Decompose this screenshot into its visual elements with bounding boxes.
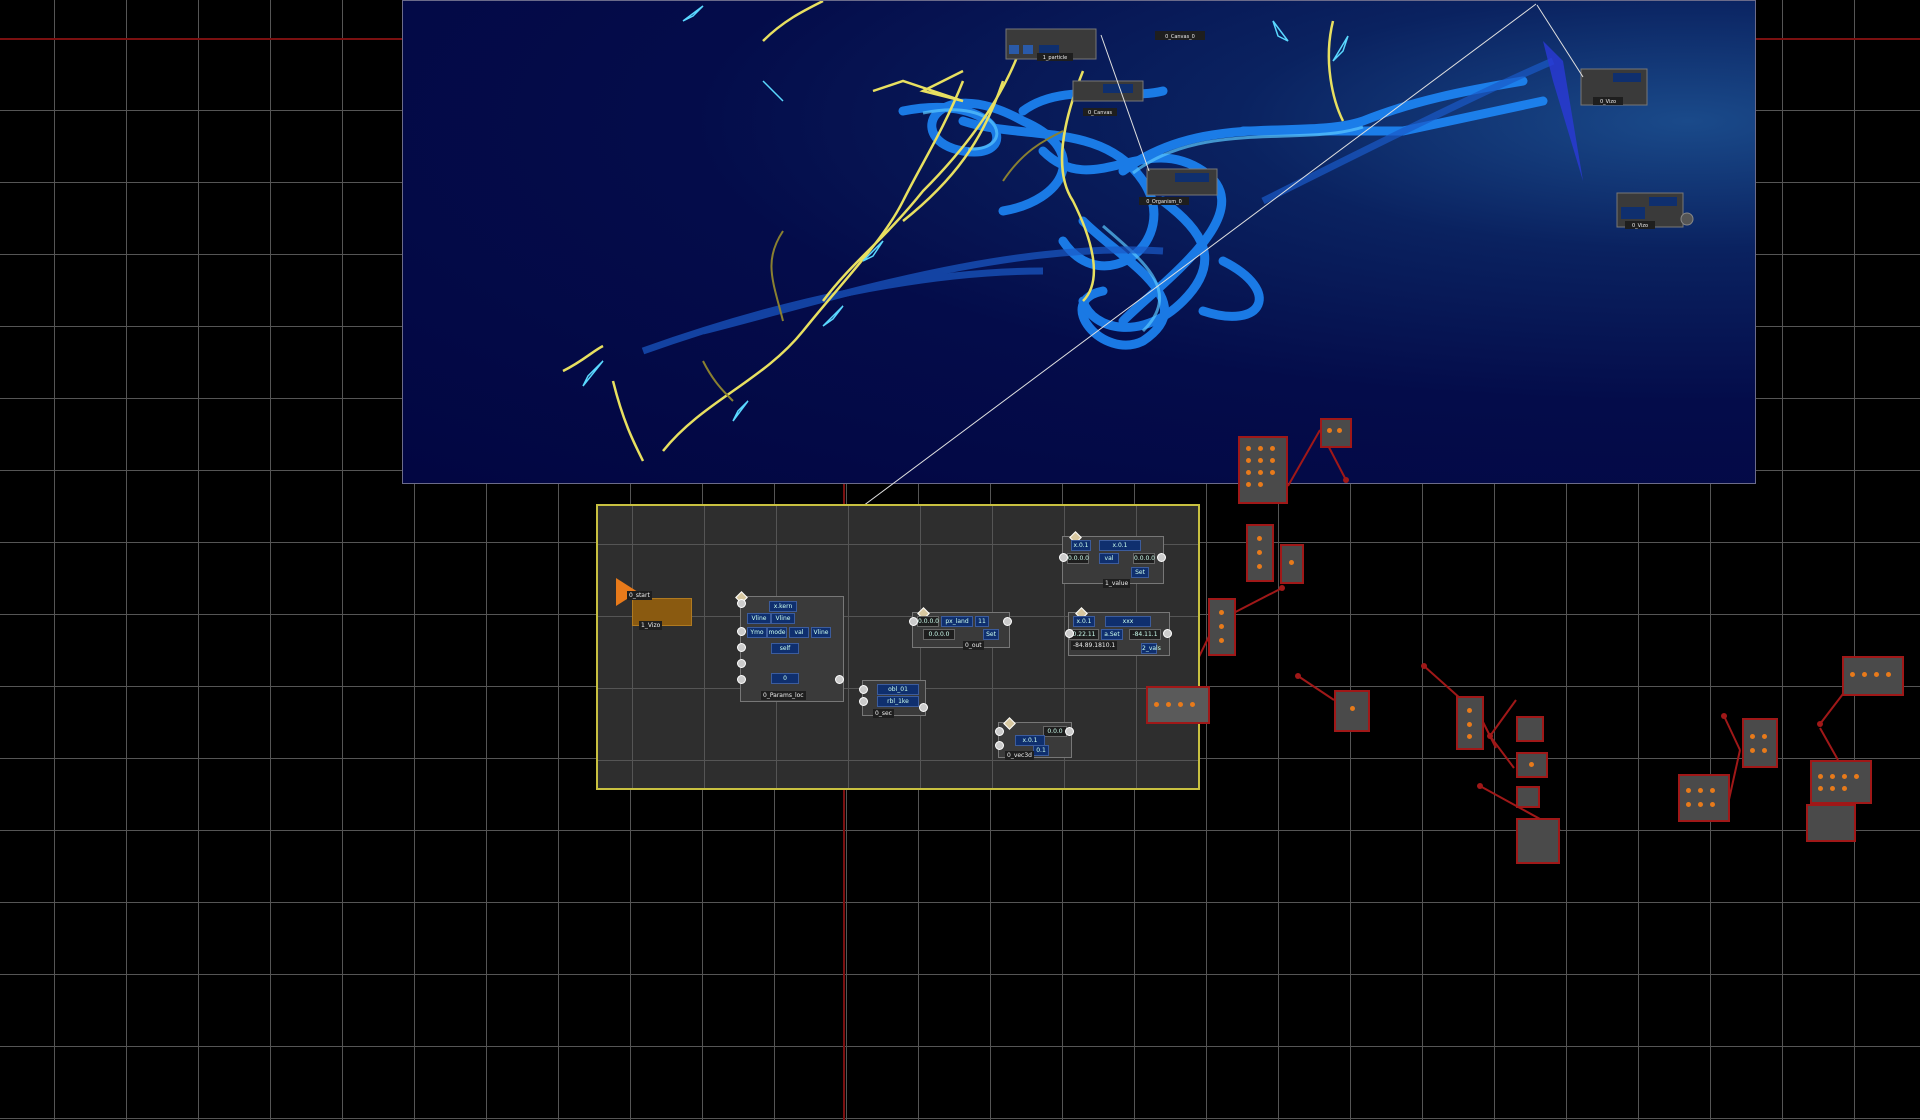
preview-node-top-caption: 1_particle: [1043, 55, 1068, 61]
preview-render-graphic: 1_particle 0_Canvas 0_Canvas_0 0_Organis…: [562, 1, 1694, 462]
vector-a-field-2[interactable]: x.0.1: [1099, 540, 1141, 551]
emitter-field-4[interactable]: Ymo: [747, 627, 767, 638]
blue-streaks: [898, 76, 1548, 350]
yellow-streaks: [562, 1, 1345, 462]
output-port[interactable]: [835, 675, 844, 684]
vector-b-node-caption: -84.89.1810.1: [1071, 641, 1118, 650]
disabled-node[interactable]: [1516, 818, 1560, 864]
input-port[interactable]: [737, 643, 746, 652]
disabled-node[interactable]: [1320, 418, 1352, 448]
math-field-1[interactable]: 0.0.0.0: [917, 616, 939, 627]
math-node-caption: 0_out: [963, 641, 984, 650]
math-field-4[interactable]: 0.0.0.0: [923, 629, 955, 640]
input-port[interactable]: [909, 617, 918, 626]
emitter-field-9[interactable]: 0: [771, 673, 799, 684]
mixer-node-caption: 0_sec: [873, 709, 894, 718]
input-port[interactable]: [859, 697, 868, 706]
emitter-node-caption: 0_Params_loc: [761, 691, 806, 700]
blue-cone: [1543, 41, 1583, 181]
disabled-node[interactable]: [1456, 696, 1484, 750]
emitter-field-6[interactable]: val: [789, 627, 809, 638]
olive-streaks: [702, 130, 1064, 402]
vector-a-node-caption: 1_value: [1103, 579, 1131, 588]
output-port[interactable]: [1003, 617, 1012, 626]
input-port[interactable]: [859, 685, 868, 694]
output-port[interactable]: [919, 703, 928, 712]
preview-node-organism[interactable]: 0_Organism_0: [1139, 168, 1218, 205]
emitter-field-3[interactable]: Vline: [771, 613, 795, 624]
disabled-node[interactable]: [1742, 718, 1778, 768]
node-editor-canvas[interactable]: 1_particle 0_Canvas 0_Canvas_0 0_Organis…: [0, 0, 1920, 1120]
disabled-node[interactable]: [1334, 690, 1370, 732]
vector-a-field-5[interactable]: 0.0.0.0: [1133, 553, 1155, 564]
emitter-field-2[interactable]: Vline: [747, 613, 771, 624]
output-port[interactable]: [1163, 629, 1172, 638]
start-node-value: 1_Vizo: [639, 621, 663, 630]
mixer-node[interactable]: obl_01 rbl_1ke 0_sec: [859, 680, 928, 718]
preview-node-canvas[interactable]: 0_Canvas: [1072, 80, 1144, 116]
start-clip-node[interactable]: 0_start 1_Vizo: [627, 591, 692, 630]
input-port[interactable]: [737, 659, 746, 668]
input-port[interactable]: [1059, 553, 1068, 562]
disabled-node[interactable]: [1208, 598, 1236, 656]
preview-label-a: 0_Canvas_0: [1165, 34, 1195, 40]
vector-b-field-5[interactable]: -84.11.1: [1129, 629, 1161, 640]
emitter-field-5[interactable]: mode: [767, 627, 787, 638]
disabled-node[interactable]: [1246, 524, 1274, 582]
disabled-node[interactable]: [1842, 656, 1904, 696]
emitter-node[interactable]: x.kern Vline Vline Ymo mode val Vline se…: [735, 591, 844, 702]
vector-a-field-4[interactable]: val: [1099, 553, 1119, 564]
vector-b-field-1[interactable]: x.0.1: [1073, 616, 1095, 627]
vector-a-field-6[interactable]: Set: [1131, 567, 1149, 578]
vector-b-field-4[interactable]: a.Set: [1101, 629, 1123, 640]
preview-right-b-caption: 0_Vizo: [1632, 223, 1648, 229]
math-node[interactable]: 0.0.0.0 px_land 11 0.0.0.0 Set 0_out: [909, 607, 1012, 650]
math-field-3[interactable]: 11: [975, 616, 989, 627]
mixer-field-2[interactable]: rbl_1ke: [877, 696, 919, 707]
vector-a-field-3[interactable]: 0.0.0.0: [1067, 553, 1089, 564]
input-port[interactable]: [995, 727, 1004, 736]
disabled-node[interactable]: [1810, 760, 1872, 804]
vector-b-field-2[interactable]: xxx: [1105, 616, 1151, 627]
disabled-node[interactable]: [1806, 804, 1856, 842]
math-field-5[interactable]: Set: [983, 629, 999, 640]
preview-node-top[interactable]: 1_particle: [1005, 28, 1097, 61]
preview-node-right-a[interactable]: 0_Vizo: [1580, 68, 1648, 106]
vector-b-node[interactable]: x.0.1 xxx 0.22.11 a.Set -84.11.1 -84.89.…: [1065, 607, 1172, 656]
preview-node-right-b[interactable]: 0_Vizo: [1616, 192, 1694, 229]
output-port[interactable]: [1065, 727, 1074, 736]
disabled-node[interactable]: [1280, 544, 1304, 584]
disabled-node[interactable]: [1238, 436, 1288, 504]
mixer-field-1[interactable]: obl_01: [877, 684, 919, 695]
disabled-node[interactable]: [1516, 752, 1548, 778]
preview-label-c: 0_Organism_0: [1146, 199, 1182, 205]
disabled-node[interactable]: [1678, 774, 1730, 822]
start-node-title: 0_start: [627, 591, 652, 600]
input-port[interactable]: [1065, 629, 1074, 638]
emitter-field-7[interactable]: Vline: [811, 627, 831, 638]
render-preview[interactable]: 1_particle 0_Canvas 0_Canvas_0 0_Organis…: [402, 0, 1756, 484]
output-field-3[interactable]: 0.1: [1033, 745, 1049, 756]
input-port[interactable]: [737, 599, 746, 608]
disabled-node[interactable]: [1516, 716, 1544, 742]
disabled-node[interactable]: [1146, 686, 1210, 724]
preview-label-b: 0_Canvas: [1088, 110, 1112, 116]
emitter-field-8[interactable]: self: [771, 643, 799, 654]
math-field-2[interactable]: px_land: [941, 616, 973, 627]
input-port[interactable]: [737, 675, 746, 684]
emitter-field-1[interactable]: x.kern: [769, 601, 797, 612]
cyan-leaves: [582, 5, 1349, 422]
preview-right-a-caption: 0_Vizo: [1600, 99, 1616, 105]
vector-a-field-1[interactable]: x.0.1: [1071, 540, 1091, 551]
output-node[interactable]: 0.0.0 x.0.1 0.1 0_vec3d: [995, 717, 1074, 760]
input-port[interactable]: [737, 627, 746, 636]
output-field-1[interactable]: 0.0.0: [1043, 726, 1067, 737]
input-port[interactable]: [995, 741, 1004, 750]
output-node-caption: 0_vec3d: [1005, 751, 1034, 760]
vector-b-field-6[interactable]: 2_vals: [1141, 643, 1161, 654]
disabled-node[interactable]: [1516, 786, 1540, 808]
output-port[interactable]: [1157, 553, 1166, 562]
vector-a-node[interactable]: x.0.1 x.0.1 0.0.0.0 val 0.0.0.0 Set 1_va…: [1059, 531, 1166, 588]
